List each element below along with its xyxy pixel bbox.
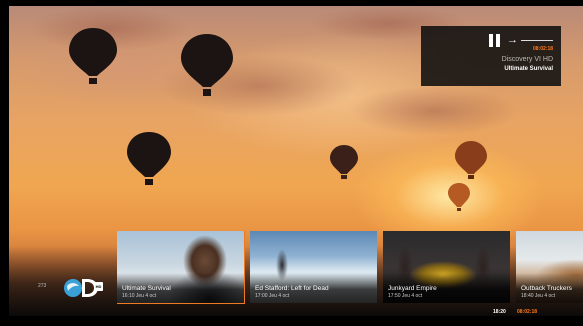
program-card[interactable]: Outback Truckers 18:40 Jeu 4 oct [516, 231, 583, 303]
hot-air-balloon [454, 140, 488, 180]
program-title: Junkyard Empire [388, 285, 437, 292]
hot-air-balloon [179, 32, 235, 98]
now-playing-panel: → 08:02:18 Discovery VI HD Ultimate Surv… [421, 26, 561, 86]
channel-number: 273 [38, 283, 47, 289]
program-card[interactable]: Ultimate Survival 16:10 Jeu 4 oct [117, 231, 245, 304]
program-card[interactable]: Junkyard Empire 17:50 Jeu 4 oct [383, 231, 510, 303]
program-rail: Ultimate Survival 16:10 Jeu 4 oct Ed Sta… [117, 231, 583, 304]
hd-badge: HD [94, 282, 103, 291]
program-time: 17:50 Jeu 4 oct [388, 293, 423, 299]
program-time: 16:10 Jeu 4 oct [122, 293, 157, 299]
progress-line [521, 40, 553, 41]
arrow-right-icon[interactable]: → [507, 35, 518, 46]
program-title: Outback Truckers [521, 285, 572, 292]
program-title: Ultimate Survival [122, 285, 171, 292]
cloud [349, 86, 519, 136]
hot-air-balloon [447, 182, 471, 212]
hot-air-balloon [329, 144, 359, 180]
playback-time: 08:02:18 [532, 46, 553, 52]
show-title: Ultimate Survival [504, 66, 553, 72]
program-time: 17:00 Jeu 4 oct [255, 293, 290, 299]
program-card[interactable]: Ed Stafford: Left for Dead 17:00 Jeu 4 o… [250, 231, 377, 303]
program-time: 18:40 Jeu 4 oct [521, 293, 556, 299]
tv-screen: → 08:02:18 Discovery VI HD Ultimate Surv… [0, 0, 583, 326]
pause-icon[interactable] [489, 34, 501, 47]
program-title: Ed Stafford: Left for Dead [255, 285, 329, 292]
playback-clock: 08:02:18 [517, 309, 538, 315]
hot-air-balloon [67, 26, 119, 86]
channel-name: Discovery VI HD [501, 56, 553, 63]
clock: 18:20 [493, 309, 506, 315]
hot-air-balloon [125, 130, 173, 186]
